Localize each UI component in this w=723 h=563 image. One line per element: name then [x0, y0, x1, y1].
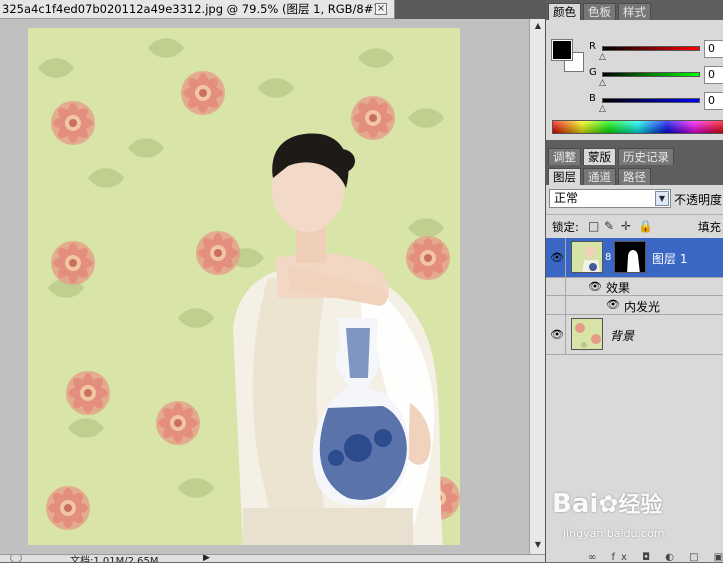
- tab-bar-empty: [395, 0, 545, 19]
- photo-artwork: [28, 28, 460, 545]
- slider-blue-label: B: [589, 93, 596, 104]
- link-icon[interactable]: 8: [605, 252, 611, 263]
- slider-handle-icon[interactable]: △: [599, 104, 606, 114]
- layer-row-layer-1[interactable]: 👁 8 图层 1: [546, 238, 723, 278]
- mask-thumbnail-image: [615, 242, 645, 272]
- foreground-color-swatch[interactable]: [551, 39, 573, 61]
- slider-handle-icon[interactable]: △: [599, 78, 606, 88]
- eye-icon[interactable]: 👁: [606, 299, 620, 310]
- paw-icon: ✿: [598, 490, 619, 518]
- effects-label: 效果: [606, 281, 631, 295]
- layer-name: 图层 1: [652, 252, 688, 266]
- lock-row: 锁定: □ ✎ ✛ 🔒 填充: [546, 214, 723, 237]
- zoom-icon[interactable]: [10, 555, 22, 562]
- tab-layers[interactable]: 图层: [548, 168, 581, 185]
- background-thumbnail-image: [572, 319, 602, 349]
- eye-column: [546, 296, 566, 314]
- chevron-down-icon[interactable]: ▼: [655, 191, 669, 206]
- layer-thumbnail-image: [572, 242, 602, 272]
- mask-thumbnail[interactable]: [614, 241, 646, 273]
- layer-effect-inner-glow[interactable]: 👁 内发光: [546, 296, 723, 315]
- eye-icon[interactable]: 👁: [550, 329, 564, 340]
- layers-panel-tabs: 图层 通道 路径: [546, 165, 723, 185]
- panels-dock: 颜色 色板 样式 R △ 0 G △ 0 B △ 0 调整 蒙版 历史记录 图层…: [545, 0, 723, 562]
- lock-transparency-icon[interactable]: □: [588, 220, 599, 232]
- close-icon[interactable]: ×: [375, 3, 387, 15]
- canvas-area[interactable]: [0, 19, 529, 554]
- tab-channels[interactable]: 通道: [583, 168, 616, 185]
- inner-glow-label: 内发光: [624, 300, 661, 314]
- blend-mode-select[interactable]: 正常 ▼: [549, 189, 671, 208]
- tab-styles[interactable]: 样式: [618, 3, 651, 20]
- watermark-brand: Bai: [552, 489, 599, 519]
- slider-red-track[interactable]: [602, 46, 700, 51]
- adjust-panel-tabs: 调整 蒙版 历史记录: [546, 145, 723, 165]
- status-doc-size: 文档:1.01M/2.65M: [70, 556, 159, 562]
- red-value-input[interactable]: 0: [704, 40, 723, 58]
- layer-row-background[interactable]: 👁 背景: [546, 315, 723, 355]
- watermark-url: jingyan.baidu.com: [563, 527, 665, 540]
- slider-red[interactable]: R △ 0: [586, 40, 723, 63]
- opacity-label: 不透明度: [674, 193, 723, 207]
- eye-icon[interactable]: 👁: [588, 281, 602, 292]
- blue-value-input[interactable]: 0: [704, 92, 723, 110]
- slider-green-track[interactable]: [602, 72, 700, 77]
- blend-mode-value: 正常: [554, 191, 579, 205]
- slider-handle-icon[interactable]: △: [599, 52, 606, 62]
- lock-label: 锁定:: [552, 220, 579, 234]
- eye-icon[interactable]: 👁: [550, 252, 564, 263]
- scroll-up-icon[interactable]: ▲: [532, 21, 544, 31]
- lock-all-icon[interactable]: 🔒: [638, 220, 653, 232]
- color-panel-tabs: 颜色 色板 样式: [546, 0, 723, 20]
- slider-green[interactable]: G △ 0: [586, 66, 723, 89]
- document-title: 325a4c1f4ed07b020112a49e3312.jpg @ 79.5%…: [2, 2, 388, 16]
- document-tab[interactable]: 325a4c1f4ed07b020112a49e3312.jpg @ 79.5%…: [0, 0, 395, 19]
- document-image[interactable]: [28, 28, 460, 545]
- layers-bottom-toolbar[interactable]: ∞ fx ◘ ◐ □ ▣: [588, 552, 723, 563]
- slider-blue[interactable]: B △ 0: [586, 92, 723, 115]
- tab-adjustments[interactable]: 调整: [548, 148, 581, 165]
- document-window: 325a4c1f4ed07b020112a49e3312.jpg @ 79.5%…: [0, 0, 545, 562]
- watermark-brand-cn: 经验: [618, 493, 663, 518]
- baidu-watermark: Bai✿经验: [552, 487, 662, 519]
- tab-paths[interactable]: 路径: [618, 168, 651, 185]
- status-nav-arrow-icon[interactable]: ▶: [203, 555, 210, 562]
- eye-column: [546, 278, 566, 295]
- color-panel: R △ 0 G △ 0 B △ 0: [546, 20, 723, 140]
- tab-swatches[interactable]: 色板: [583, 3, 616, 20]
- slider-green-label: G: [589, 67, 597, 78]
- green-value-input[interactable]: 0: [704, 66, 723, 84]
- lock-position-icon[interactable]: ✛: [621, 220, 631, 232]
- layer-effects-row[interactable]: 👁 效果: [546, 278, 723, 296]
- slider-blue-track[interactable]: [602, 98, 700, 103]
- status-bar: 文档:1.01M/2.65M ▶: [0, 554, 545, 562]
- tab-history[interactable]: 历史记录: [618, 148, 674, 165]
- lock-pixels-icon[interactable]: ✎: [604, 220, 614, 232]
- slider-red-label: R: [589, 41, 596, 52]
- fill-label: 填充: [698, 220, 721, 234]
- tab-color[interactable]: 颜色: [548, 3, 581, 20]
- tab-masks[interactable]: 蒙版: [583, 148, 616, 165]
- scroll-down-icon[interactable]: ▼: [532, 540, 544, 550]
- layer-thumbnail: [571, 241, 603, 273]
- layer-thumbnail: [571, 318, 603, 350]
- vertical-scrollbar[interactable]: ▲ ▼: [529, 19, 545, 554]
- layer-name: 背景: [610, 329, 635, 343]
- color-spectrum-bar[interactable]: [552, 120, 723, 134]
